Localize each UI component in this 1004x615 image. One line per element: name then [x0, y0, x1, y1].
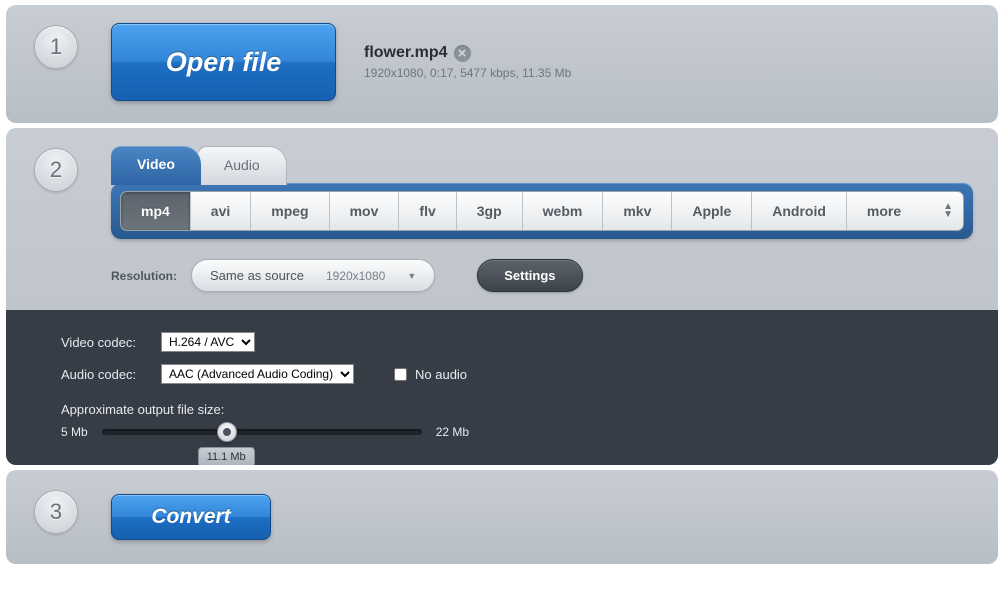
- no-audio-label: No audio: [415, 367, 467, 382]
- filesize-slider[interactable]: 11.1 Mb: [102, 429, 422, 435]
- format-webm[interactable]: webm: [523, 192, 604, 230]
- open-file-button[interactable]: Open file: [111, 23, 336, 101]
- approx-output-label: Approximate output file size:: [61, 402, 968, 417]
- no-audio-checkbox[interactable]: [394, 368, 407, 381]
- resolution-select[interactable]: Same as source 1920x1080 ▼: [191, 259, 435, 292]
- updown-icon: ▲▼: [943, 203, 953, 219]
- slider-max: 22 Mb: [436, 425, 469, 439]
- format-more[interactable]: more ▲▼: [847, 192, 963, 230]
- format-mov[interactable]: mov: [330, 192, 400, 230]
- caret-down-icon: ▼: [407, 271, 416, 281]
- step-1-panel: 1 Open file flower.mp4 ✕ 1920x1080, 0:17…: [6, 5, 998, 123]
- settings-button[interactable]: Settings: [477, 259, 582, 292]
- format-mpeg[interactable]: mpeg: [251, 192, 329, 230]
- audio-codec-select[interactable]: AAC (Advanced Audio Coding): [161, 364, 354, 384]
- convert-button[interactable]: Convert: [111, 494, 271, 540]
- no-audio-checkbox-wrap[interactable]: No audio: [394, 367, 467, 382]
- step-2-panel: 2 Video Audio mp4 avi mpeg mov flv 3gp w…: [6, 128, 998, 465]
- resolution-label: Resolution:: [111, 269, 177, 283]
- step-3-badge: 3: [34, 490, 78, 534]
- remove-file-icon[interactable]: ✕: [454, 45, 471, 62]
- step-3-panel: 3 Convert: [6, 470, 998, 564]
- slider-min: 5 Mb: [61, 425, 88, 439]
- file-name: flower.mp4: [364, 44, 448, 62]
- step-1-badge: 1: [34, 25, 78, 69]
- format-avi[interactable]: avi: [191, 192, 251, 230]
- format-mkv[interactable]: mkv: [603, 192, 672, 230]
- format-3gp[interactable]: 3gp: [457, 192, 523, 230]
- format-flv[interactable]: flv: [399, 192, 456, 230]
- format-mp4[interactable]: mp4: [121, 192, 191, 230]
- step-2-badge: 2: [34, 148, 78, 192]
- file-meta: 1920x1080, 0:17, 5477 kbps, 11.35 Mb: [364, 66, 571, 80]
- advanced-settings: Video codec: H.264 / AVC Audio codec: AA…: [6, 310, 998, 465]
- video-codec-label: Video codec:: [61, 335, 151, 350]
- slider-thumb[interactable]: [217, 422, 237, 442]
- resolution-value: Same as source: [210, 268, 304, 283]
- format-android[interactable]: Android: [752, 192, 847, 230]
- audio-codec-label: Audio codec:: [61, 367, 151, 382]
- slider-value: 11.1 Mb: [198, 447, 255, 465]
- resolution-dim: 1920x1080: [326, 269, 385, 283]
- format-bar: mp4 avi mpeg mov flv 3gp webm mkv Apple …: [111, 183, 973, 239]
- more-label: more: [867, 203, 901, 219]
- tab-audio[interactable]: Audio: [197, 146, 287, 185]
- format-apple[interactable]: Apple: [672, 192, 752, 230]
- tab-video[interactable]: Video: [111, 146, 201, 185]
- video-codec-select[interactable]: H.264 / AVC: [161, 332, 255, 352]
- file-info: flower.mp4 ✕ 1920x1080, 0:17, 5477 kbps,…: [364, 44, 571, 80]
